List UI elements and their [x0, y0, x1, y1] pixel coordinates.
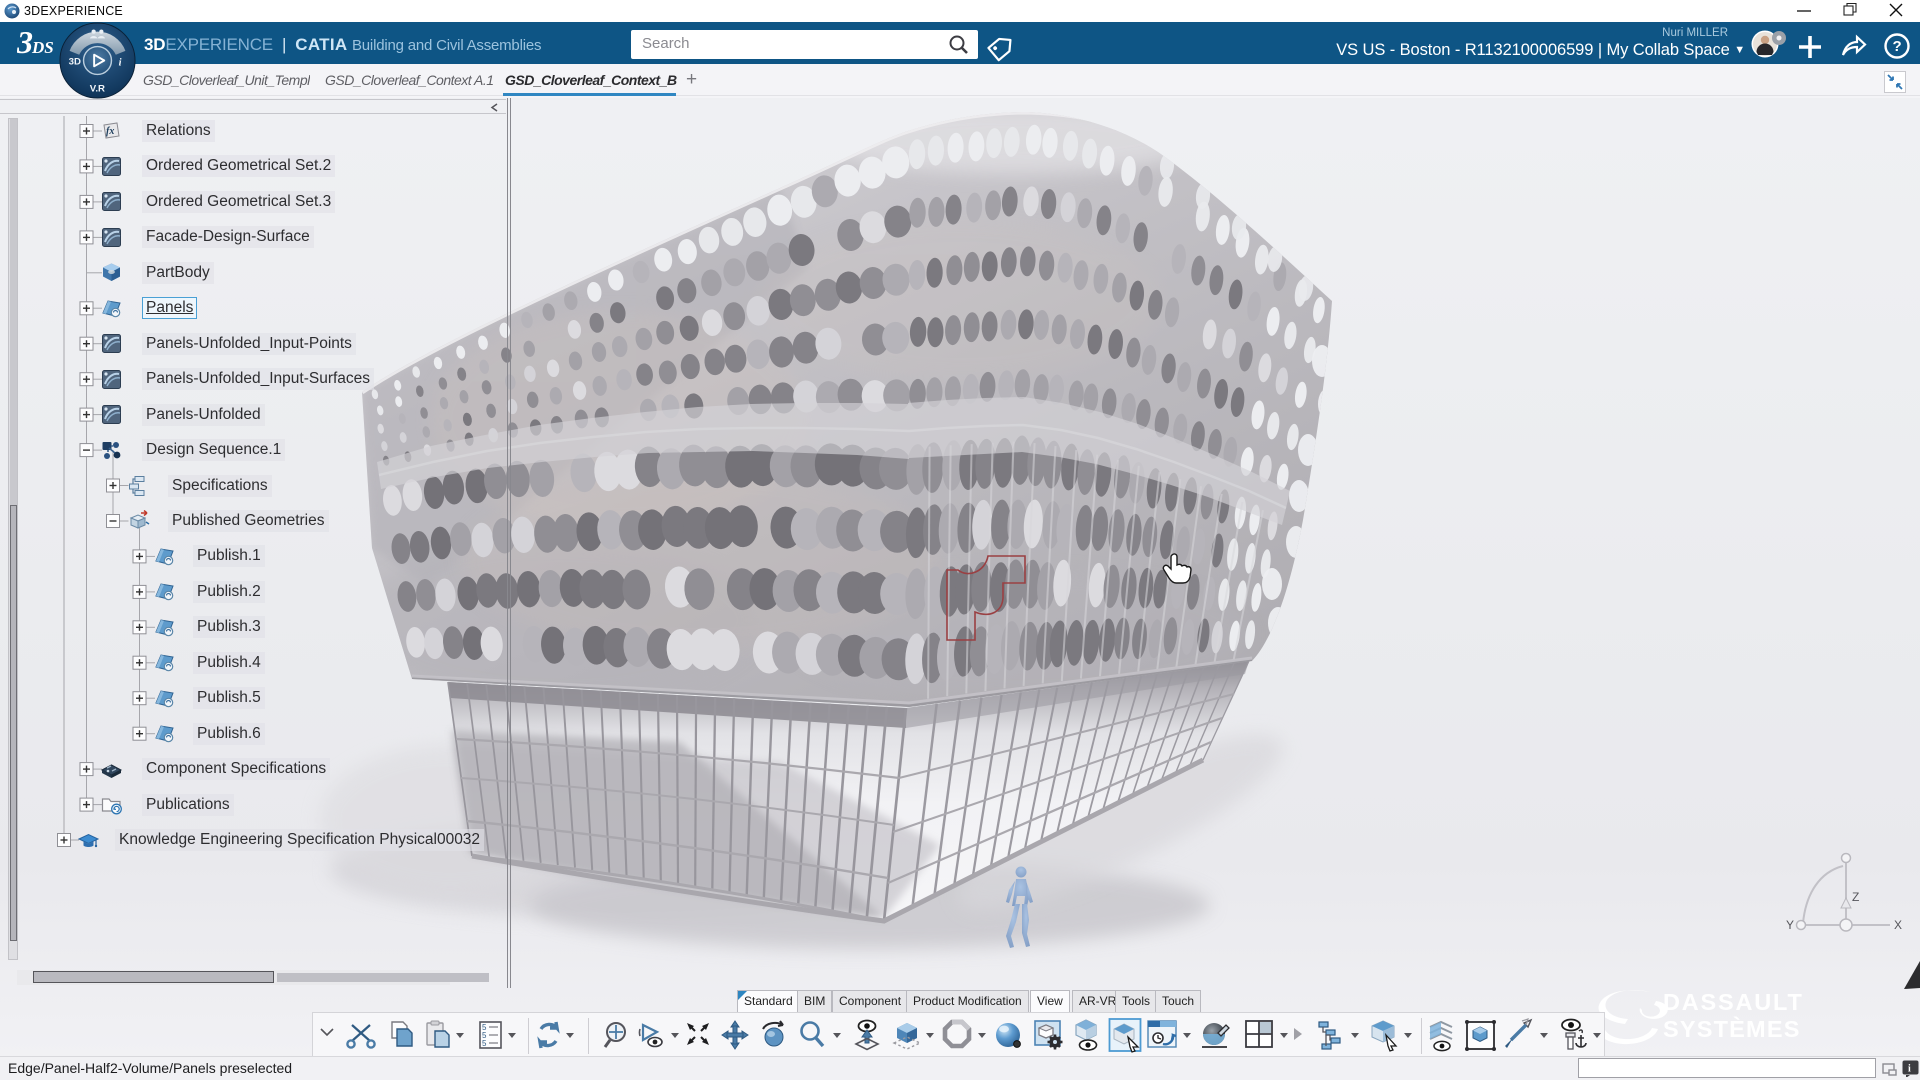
svg-text:5: 5 [482, 1039, 487, 1048]
svg-text:SYSTÈMES: SYSTÈMES [1663, 1015, 1801, 1042]
svg-text:i: i [1908, 1064, 1911, 1075]
svg-text:DASSAULT: DASSAULT [1663, 989, 1804, 1015]
svg-text:V.R: V.R [90, 83, 105, 94]
svg-text:X: X [1894, 918, 1902, 932]
svg-text:fx: fx [106, 126, 114, 137]
svg-text:3D: 3D [69, 56, 81, 67]
svg-text:i: i [119, 57, 122, 68]
svg-text:DS: DS [31, 38, 54, 57]
svg-text:Y: Y [1786, 918, 1794, 932]
svg-text:?: ? [1893, 38, 1902, 55]
svg-text:3: 3 [17, 25, 33, 60]
svg-text:Z: Z [1852, 890, 1859, 904]
